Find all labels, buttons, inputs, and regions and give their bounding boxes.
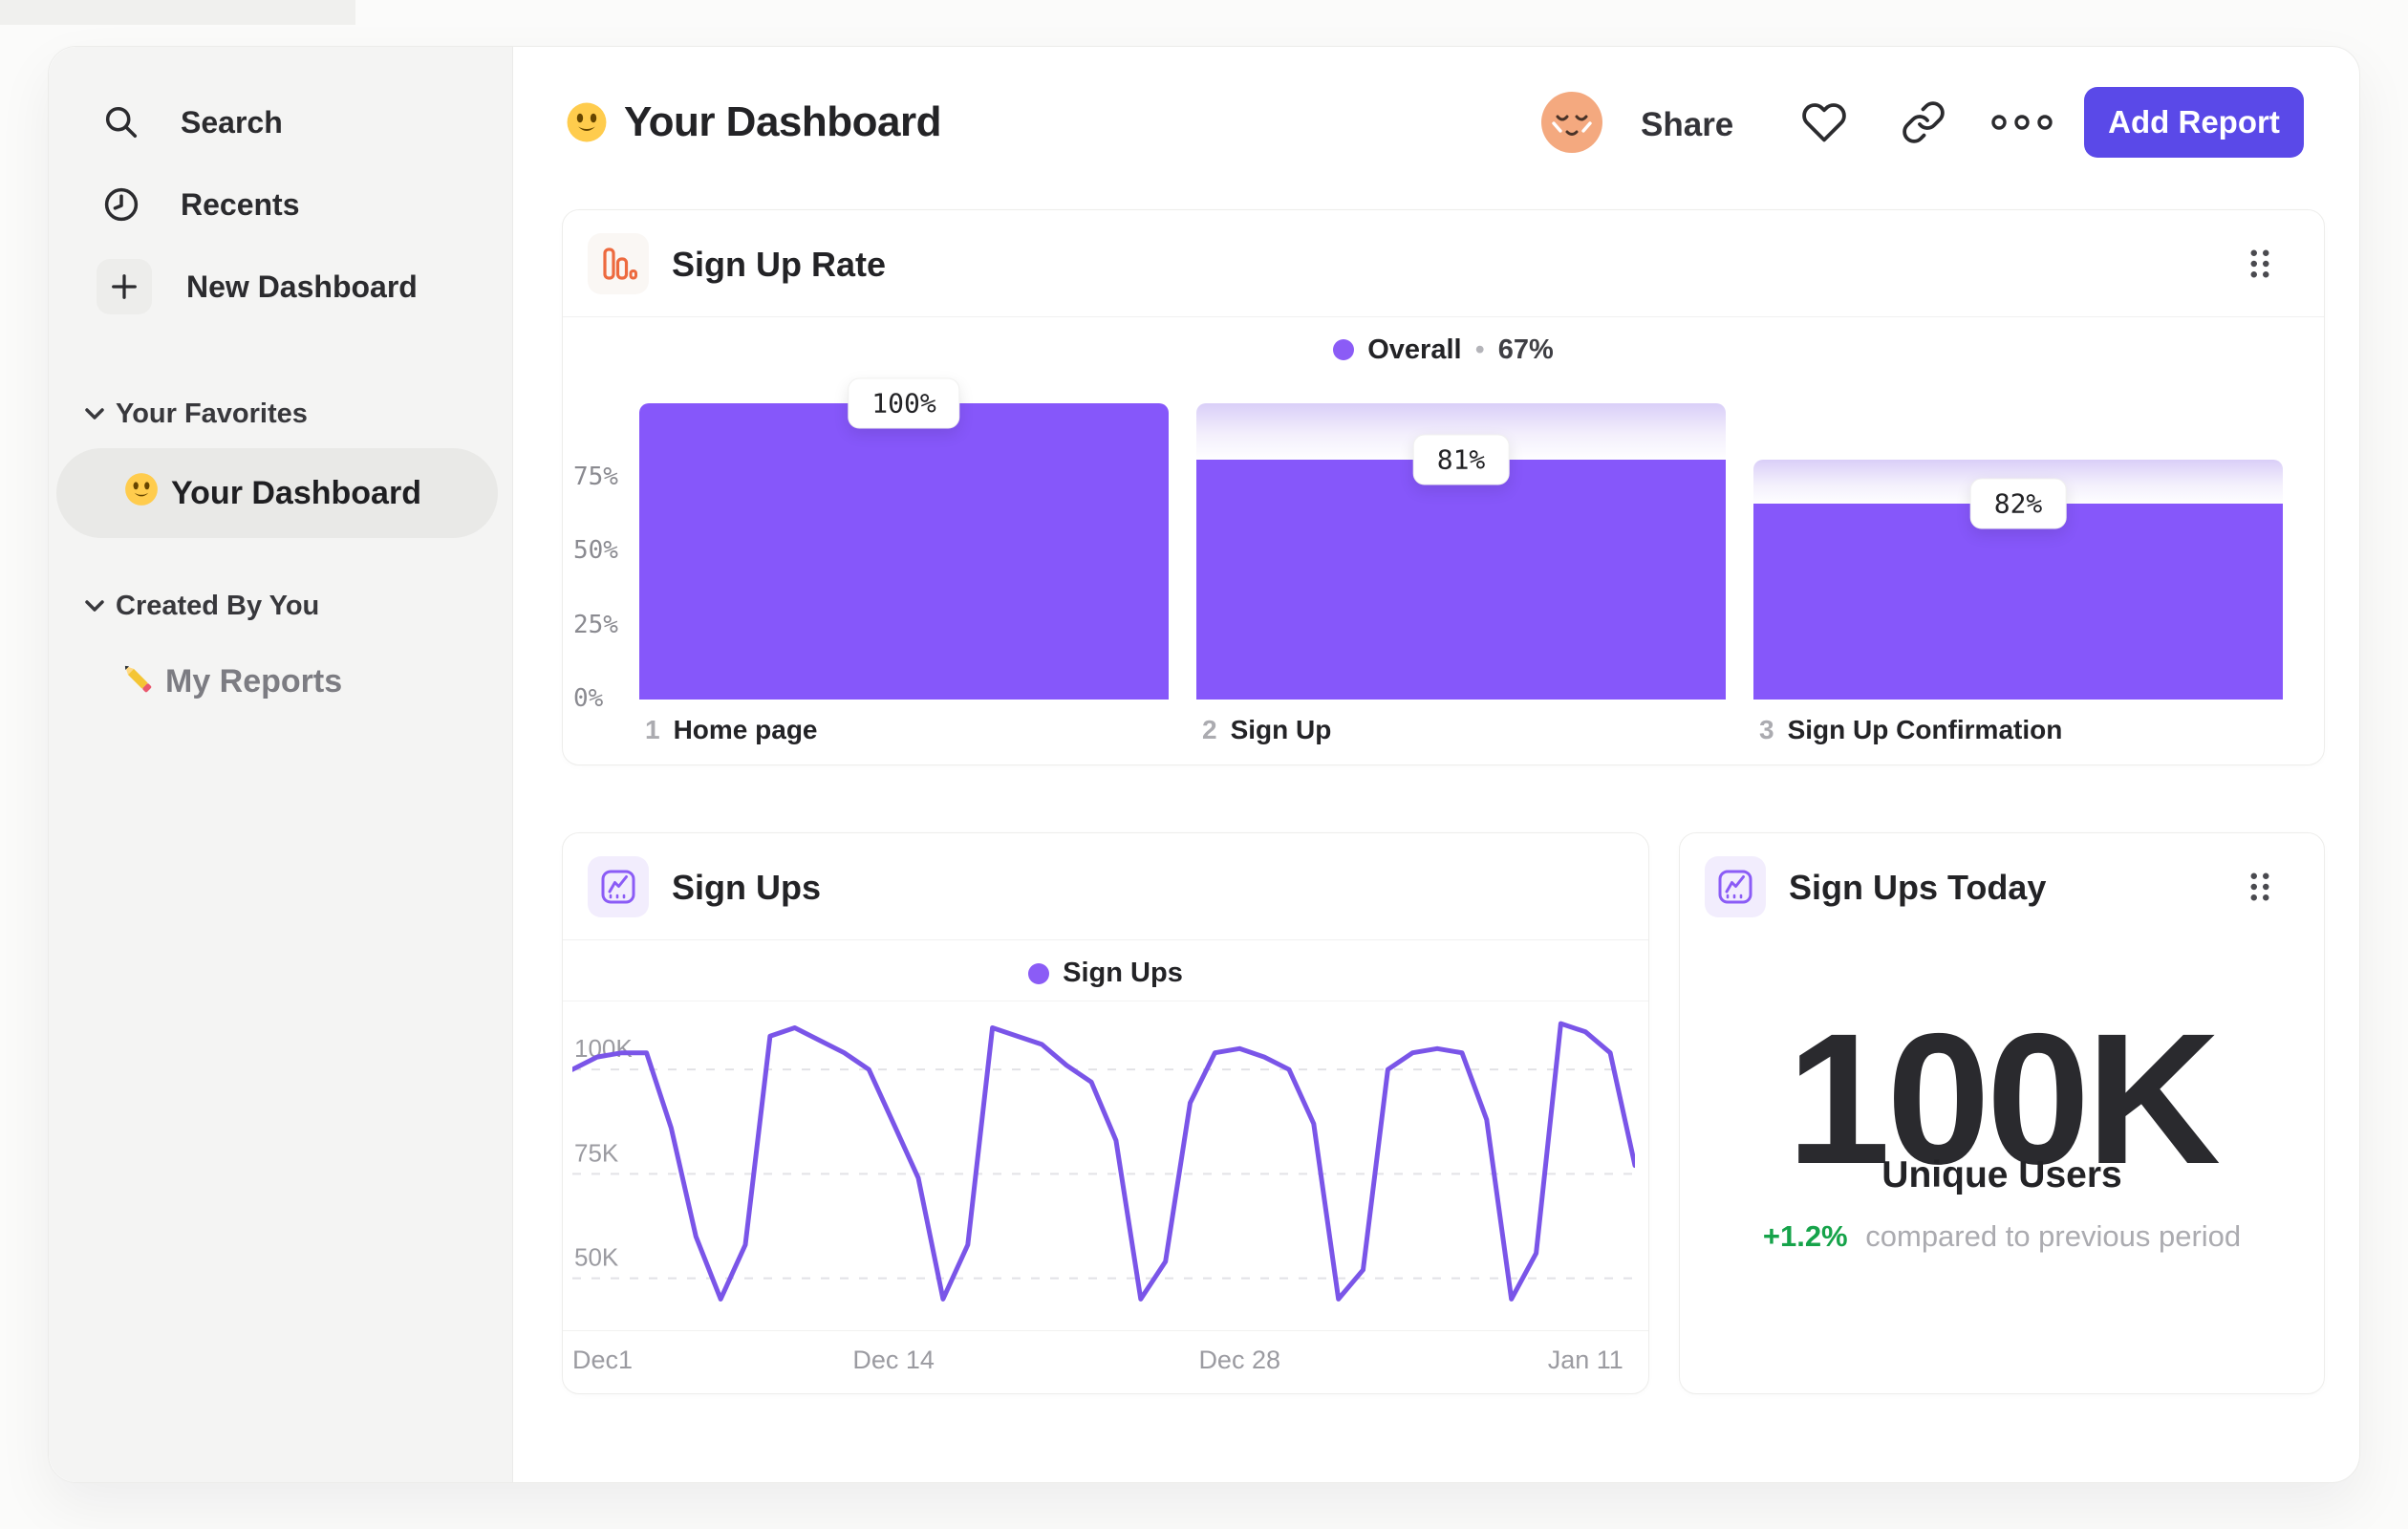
line-chart-icon [588, 856, 649, 917]
sidebar-item-new-dashboard[interactable]: New Dashboard [49, 248, 512, 326]
step-number: 3 [1759, 715, 1774, 744]
drag-handle-icon[interactable] [2246, 245, 2274, 283]
funnel-plot: 100% 81% 82% [639, 377, 2283, 700]
card-title: Sign Ups Today [1789, 868, 2047, 907]
section-title: Your Favorites [116, 398, 308, 429]
sidebar-item-recents[interactable]: Recents [49, 165, 512, 244]
sidebar-item-label: Recents [181, 186, 300, 222]
y-axis-tick: 50K [574, 1243, 619, 1272]
y-axis-tick: 75% [573, 462, 618, 491]
chevron-down-icon [85, 408, 104, 420]
x-axis-tick: Jan 11 [1547, 1346, 1623, 1374]
sidebar-item-search[interactable]: Search [49, 83, 512, 162]
bar-chart-icon [588, 233, 649, 294]
main-content: Your Dashboard Share Add Report Sign Up … [513, 47, 2359, 1482]
step-name: Home page [673, 715, 818, 744]
funnel-step: 100% [639, 377, 1169, 700]
y-axis-tick: 25% [573, 610, 618, 639]
funnel-step-label: 2 Sign Up [1196, 715, 1726, 745]
sidebar-item-label: Your Dashboard [171, 474, 421, 511]
add-report-button[interactable]: Add Report [2084, 87, 2304, 158]
legend-separator: • [1474, 334, 1485, 365]
conversion-label: 100% [848, 377, 960, 429]
sidebar-item-label: New Dashboard [186, 269, 418, 304]
sidebar-item-label: My Reports [165, 662, 343, 700]
chevron-down-icon [85, 600, 104, 612]
funnel-legend: Overall • 67% [563, 331, 2324, 369]
app-window: Search Recents New Dashboard Your Favori… [48, 46, 2360, 1483]
signup-rate-card: Sign Up Rate Overall • 67% 75% 50% 25% 0% 1… [562, 209, 2325, 765]
line-chart-icon [1705, 856, 1766, 917]
legend-label: Overall [1367, 334, 1462, 365]
share-button[interactable]: Share [1641, 106, 1733, 144]
legend-dot [1333, 339, 1355, 360]
legend-label: Sign Ups [1063, 958, 1183, 988]
line-x-axis: Dec1 Dec 14 Dec 28 Jan 11 [572, 1346, 1635, 1380]
funnel-bar-converted-segment [639, 403, 1169, 700]
sidebar-section-created-by-you[interactable]: Created By You [49, 575, 512, 636]
step-name: Sign Up [1230, 715, 1332, 744]
smiley-emoji [565, 100, 609, 144]
more-options-icon[interactable] [1990, 110, 2055, 135]
step-name: Sign Up Confirmation [1787, 715, 2063, 744]
x-axis-tick: Dec 14 [852, 1346, 935, 1374]
y-axis-tick: 0% [573, 684, 604, 713]
funnel-step-label: 1 Home page [639, 715, 1169, 745]
pencil-emoji [116, 657, 158, 707]
card-title: Sign Ups [672, 868, 822, 907]
funnel-step: 82% [1753, 403, 2283, 700]
line-legend: Sign Ups [563, 946, 1648, 1001]
page-title: Your Dashboard [624, 98, 942, 145]
sidebar: Search Recents New Dashboard Your Favori… [49, 47, 513, 1482]
conversion-label: 81% [1412, 434, 1510, 485]
drag-handle-icon[interactable] [2246, 868, 2274, 906]
funnel-bar-converted-segment [1196, 459, 1726, 700]
sidebar-item-my-reports[interactable]: My Reports [49, 643, 512, 720]
favorite-heart-icon[interactable] [1801, 99, 1847, 145]
divider [563, 1330, 1648, 1331]
section-title: Created By You [116, 590, 320, 621]
legend-value: 67% [1497, 334, 1554, 365]
funnel-x-axis: 1 Home page 2 Sign Up 3 Sign Up Confirmation [639, 715, 2283, 745]
background-strip [0, 0, 355, 25]
signups-today-card: Sign Ups Today 100K Unique Users +1.2% c… [1679, 832, 2325, 1394]
plus-icon [97, 259, 152, 314]
sidebar-item-label: Search [181, 104, 283, 140]
metric-label: Unique Users [1881, 1154, 2122, 1195]
x-axis-tick: Dec1 [572, 1346, 634, 1374]
sidebar-item-your-dashboard[interactable]: Your Dashboard [56, 448, 498, 538]
avatar[interactable] [1541, 92, 1602, 153]
smiley-emoji [123, 471, 160, 516]
legend-dot [1028, 962, 1050, 984]
funnel-bar [639, 403, 1169, 700]
step-number: 1 [645, 715, 660, 744]
funnel-bar-converted-segment [1753, 504, 2283, 700]
sidebar-section-your-favorites[interactable]: Your Favorites [49, 383, 512, 444]
y-axis-tick: 75K [574, 1138, 619, 1167]
card-header: Sign Ups [563, 833, 1648, 940]
search-icon [97, 97, 146, 147]
funnel-step-label: 3 Sign Up Confirmation [1753, 715, 2283, 745]
y-axis-tick: 50% [573, 536, 618, 565]
delta-note: compared to previous period [1865, 1219, 2242, 1253]
metric-delta-row: +1.2% compared to previous period [1680, 1219, 2324, 1254]
y-axis-tick: 100K [574, 1034, 633, 1063]
funnel-step: 81% [1196, 403, 1726, 700]
card-title: Sign Up Rate [672, 245, 887, 284]
conversion-label: 82% [1969, 478, 2067, 529]
clock-icon [97, 180, 146, 229]
line-plot: 100K 75K 50K [570, 1011, 1638, 1328]
card-header: Sign Ups Today [1680, 833, 2324, 940]
copy-link-icon[interactable] [1901, 99, 1946, 145]
delta-value: +1.2% [1762, 1219, 1848, 1253]
step-number: 2 [1202, 715, 1217, 744]
signups-line-series [570, 1021, 1638, 1302]
signups-card: Sign Ups Sign Ups 100K 75K 50K Dec1 Dec 14 D… [562, 832, 1649, 1394]
card-header: Sign Up Rate [563, 210, 2324, 317]
x-axis-tick: Dec 28 [1198, 1346, 1280, 1374]
